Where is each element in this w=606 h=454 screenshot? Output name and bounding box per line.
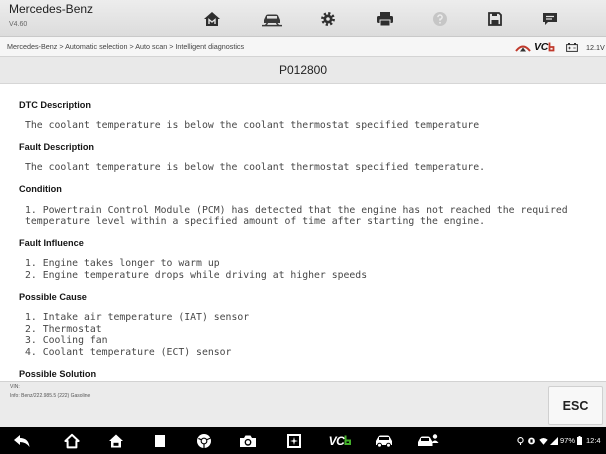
vehicle-info: Info: Benz/222.985.5 (222) Gasoline xyxy=(10,393,91,399)
dtc-code: P012800 xyxy=(278,63,328,77)
app-window: Mercedes-Benz V4.60 Mercedes-Benz > Auto… xyxy=(0,0,606,454)
settings-button[interactable] xyxy=(306,4,350,33)
recent-apps-icon xyxy=(153,434,167,448)
back-icon xyxy=(13,434,31,448)
vehicle-info-footer: VIN: Info: Benz/222.985.5 (222) Gasoline… xyxy=(0,381,606,427)
home-outline-button[interactable] xyxy=(57,427,87,454)
chat-icon xyxy=(541,11,559,27)
browser-button[interactable] xyxy=(189,427,219,454)
section-body-fault-description: The coolant temperature is below the coo… xyxy=(25,162,590,174)
section-heading-fault-influence: Fault Influence xyxy=(19,238,84,249)
help-icon xyxy=(432,11,448,27)
battery-voltage: 12.1V xyxy=(586,37,605,57)
section-line: The coolant temperature is below the coo… xyxy=(25,120,480,132)
section-body-dtc-description: The coolant temperature is below the coo… xyxy=(25,120,590,132)
sim-icon xyxy=(528,427,535,454)
clock-text: 12:4 xyxy=(586,436,601,445)
dtc-title-bar: P012800 xyxy=(0,57,606,84)
home-filled-button[interactable] xyxy=(101,427,131,454)
section-heading-possible-cause: Possible Cause xyxy=(19,291,87,302)
esc-button-label: ESC xyxy=(562,398,589,413)
help-button[interactable] xyxy=(418,4,462,33)
status-battery-icon xyxy=(577,427,582,454)
battery-percent: 97% xyxy=(560,427,575,454)
dtc-detail-panel[interactable]: DTC Description The coolant temperature … xyxy=(0,84,606,381)
section-heading-fault-description: Fault Description xyxy=(19,142,95,153)
voltage-value: 12.1V xyxy=(586,42,605,52)
esc-button[interactable]: ESC xyxy=(548,386,603,425)
section-heading-possible-solution: Possible Solution xyxy=(19,368,97,379)
vci-icon: VC xyxy=(329,434,352,448)
section-line: 1. Intake air temperature (IAT) sensor xyxy=(25,312,250,324)
car-button[interactable] xyxy=(369,427,399,454)
browser-icon xyxy=(196,433,212,449)
battery-percent-text: 97% xyxy=(560,436,576,445)
section-line: 1. Powertrain Control Module (PCM) has d… xyxy=(25,204,568,228)
location-icon xyxy=(517,427,524,454)
section-line: The coolant temperature is below the coo… xyxy=(25,162,486,174)
recent-apps-button[interactable] xyxy=(145,427,175,454)
wifi-icon xyxy=(539,427,548,454)
section-line: 1. Engine takes longer to warm up xyxy=(25,258,220,270)
section-body-condition: 1. Powertrain Control Module (PCM) has d… xyxy=(25,205,590,228)
home-button[interactable] xyxy=(190,4,234,33)
section-line: 3. Cooling fan xyxy=(25,335,108,347)
home-filled-icon xyxy=(108,433,124,449)
gallery-button[interactable] xyxy=(279,427,309,454)
vci-logo-text: VC xyxy=(328,433,345,448)
camera-button[interactable] xyxy=(233,427,263,454)
car-user-button[interactable] xyxy=(413,427,443,454)
home-outline-icon xyxy=(64,433,80,449)
section-line: 2. Thermostat xyxy=(25,323,102,335)
section-body-fault-influence: 1. Engine takes longer to warm up 2. Eng… xyxy=(25,258,590,281)
signal-icon xyxy=(550,427,558,454)
wireless-link-icon xyxy=(514,37,532,57)
vehicle-button[interactable] xyxy=(250,4,294,33)
section-line: 2. Engine temperature drops while drivin… xyxy=(25,270,368,282)
print-button[interactable] xyxy=(363,4,407,33)
save-icon xyxy=(487,11,503,27)
vin-label: VIN: xyxy=(10,384,20,390)
system-nav-bar: VC 97% 12:4 xyxy=(0,427,606,454)
vci-logo-text: VC xyxy=(534,41,548,53)
section-heading-dtc-description: DTC Description xyxy=(19,100,91,110)
gear-icon xyxy=(320,11,336,27)
app-title: Mercedes-Benz xyxy=(9,2,94,16)
vci-status-logo: VC xyxy=(534,37,555,57)
section-line: 4. Coolant temperature (ECT) sensor xyxy=(25,347,232,359)
gallery-icon xyxy=(286,433,302,449)
vci-button[interactable]: VC xyxy=(325,427,355,454)
save-button[interactable] xyxy=(473,4,517,33)
battery-icon xyxy=(566,37,578,57)
car-user-icon xyxy=(417,433,439,449)
home-icon xyxy=(203,11,221,27)
breadcrumb: Mercedes-Benz > Automatic selection > Au… xyxy=(7,42,245,51)
back-button[interactable] xyxy=(7,427,37,454)
message-button[interactable] xyxy=(528,4,572,33)
breadcrumb-bar: Mercedes-Benz > Automatic selection > Au… xyxy=(0,37,606,57)
top-toolbar: Mercedes-Benz V4.60 xyxy=(0,0,606,37)
car-icon xyxy=(374,434,394,448)
clock: 12:4 xyxy=(586,427,601,454)
vci-logo-mark xyxy=(548,42,555,52)
app-version: V4.60 xyxy=(9,21,28,28)
section-heading-condition: Condition xyxy=(19,184,62,195)
vehicle-lift-icon xyxy=(261,11,283,27)
camera-icon xyxy=(239,434,257,448)
printer-icon xyxy=(376,11,394,27)
section-body-possible-cause: 1. Intake air temperature (IAT) sensor 2… xyxy=(25,312,590,358)
